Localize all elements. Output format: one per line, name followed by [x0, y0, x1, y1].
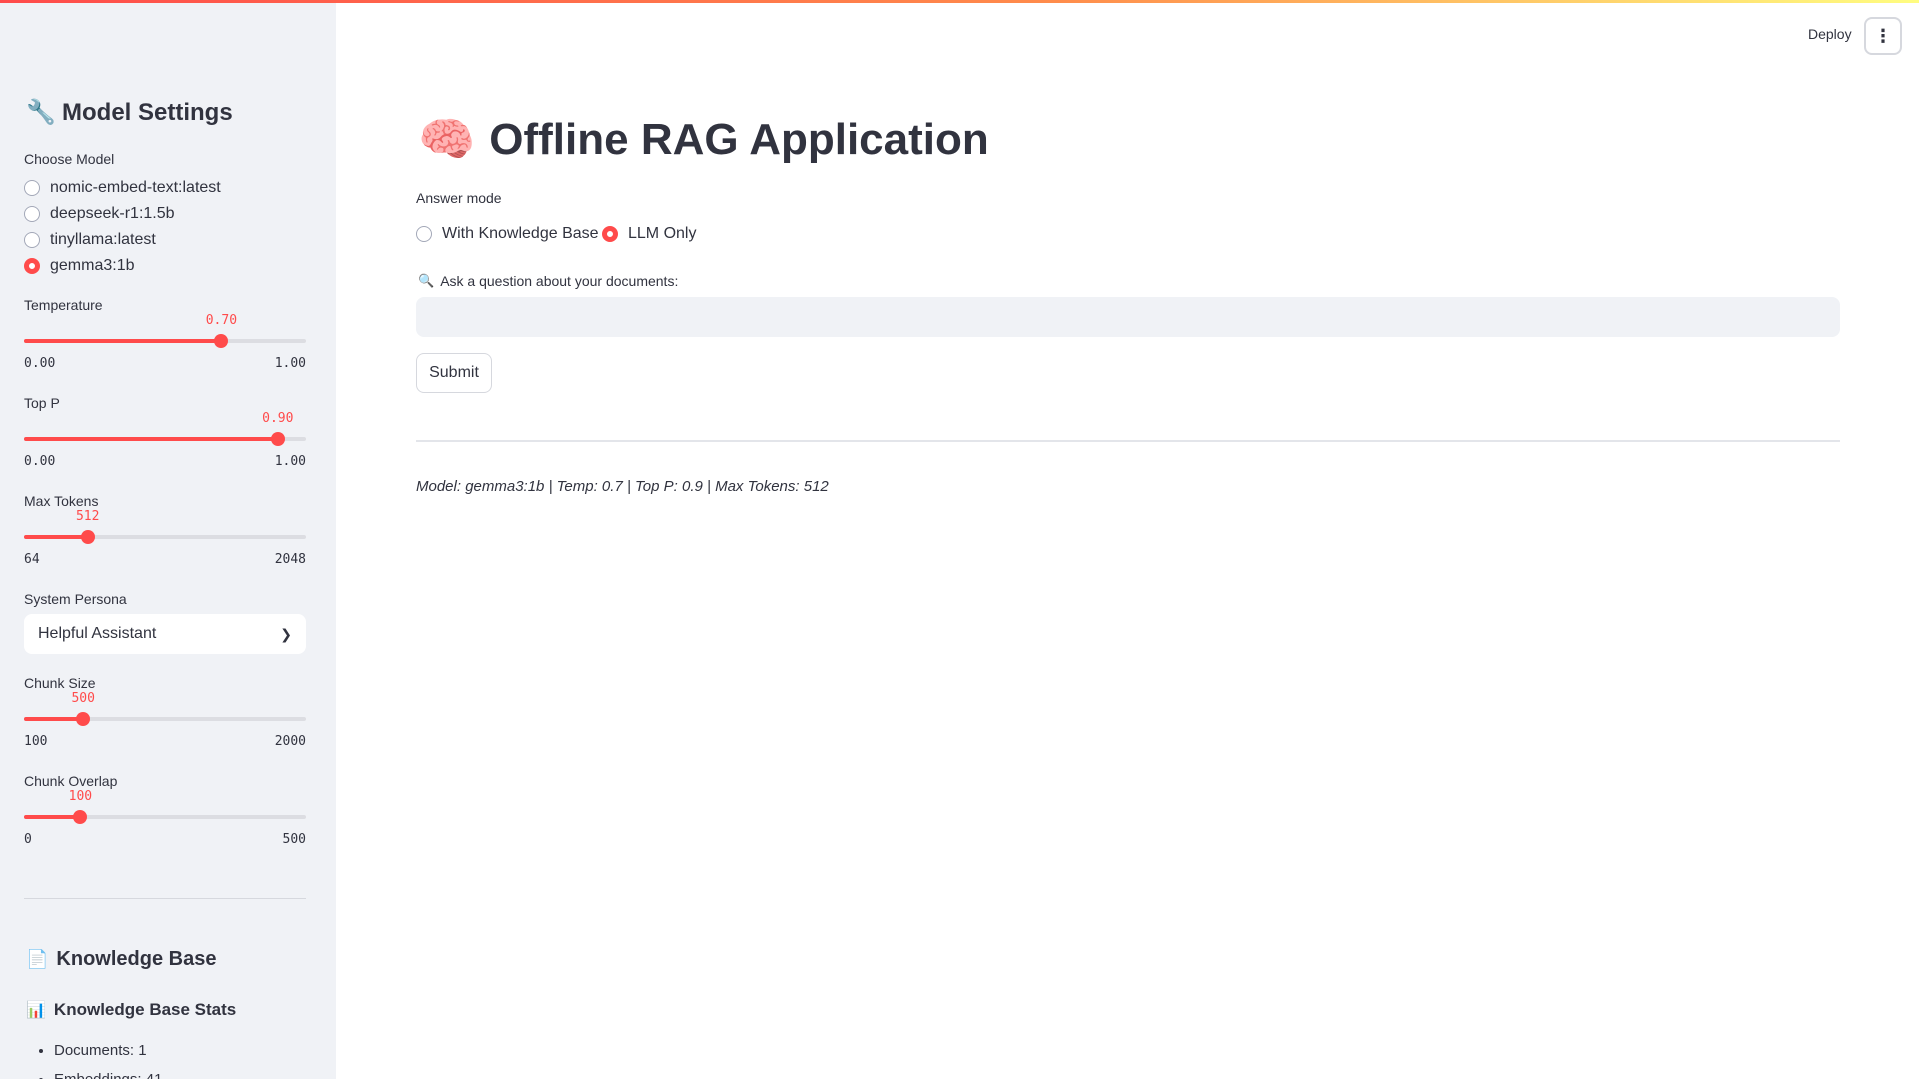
sidebar-divider	[24, 898, 306, 899]
slider-max: 1.00	[274, 356, 306, 371]
bar-chart-icon: 📊	[26, 1002, 46, 1019]
radio-button-selected[interactable]	[24, 258, 40, 274]
answer-mode-label: Answer mode	[416, 190, 502, 206]
main-divider	[416, 440, 1840, 442]
temperature-label: Temperature	[24, 297, 103, 313]
slider-min: 0	[24, 832, 32, 847]
slider-thumb[interactable]	[270, 432, 285, 446]
slider-thumb[interactable]	[214, 334, 229, 348]
model-option-label: nomic-embed-text:latest	[50, 179, 221, 196]
knowledge-base-header: 📄 Knowledge Base	[26, 948, 216, 971]
page-title: 🧠 Offline RAG Application	[418, 112, 989, 167]
slider-max: 2048	[274, 552, 306, 567]
choose-model-label: Choose Model	[24, 151, 115, 167]
slider-max: 2000	[274, 734, 306, 749]
model-option-tinyllama[interactable]: tinyllama:latest	[24, 231, 156, 249]
top-p-slider[interactable]: 0.90	[24, 411, 306, 446]
chunk-size-label: Chunk Size	[24, 675, 96, 691]
sidebar-header: 🔧 Model Settings	[26, 98, 233, 127]
chevron-down-icon: ❯	[280, 625, 292, 642]
chunk-overlap-range: 0 500	[24, 832, 306, 847]
model-option-gemma[interactable]: gemma3:1b	[24, 257, 135, 275]
slider-value: 0.70	[205, 313, 238, 328]
radio-button[interactable]	[24, 180, 40, 196]
top-p-label: Top P	[24, 395, 60, 411]
question-label-text: Ask a question about your documents:	[440, 273, 679, 289]
slider-max: 500	[282, 832, 306, 847]
slider-min: 0.00	[24, 454, 56, 469]
max-tokens-label: Max Tokens	[24, 493, 99, 509]
slider-max: 1.00	[274, 454, 306, 469]
model-option-label: gemma3:1b	[50, 257, 135, 274]
slider-fill	[24, 717, 84, 721]
slider-fill	[24, 339, 222, 343]
slider-fill	[24, 815, 81, 819]
slider-thumb[interactable]	[73, 810, 88, 824]
kb-stats-title: Knowledge Base Stats	[53, 1000, 237, 1019]
document-icon: 📄	[26, 949, 49, 969]
answer-mode-option-kb[interactable]: With Knowledge Base	[416, 225, 599, 243]
model-option-label: deepseek-r1:1.5b	[50, 205, 175, 222]
max-tokens-range: 64 2048	[24, 552, 306, 567]
slider-min: 64	[24, 552, 40, 567]
chunk-size-range: 100 2000	[24, 734, 306, 749]
slider-value: 0.90	[262, 411, 294, 426]
slider-min: 0.00	[24, 356, 56, 371]
model-option-deepseek[interactable]: deepseek-r1:1.5b	[24, 205, 175, 223]
page-title-text: Offline RAG Application	[489, 114, 989, 164]
slider-min: 100	[24, 734, 48, 749]
slider-fill	[24, 535, 88, 539]
brain-icon: 🧠	[418, 113, 476, 165]
radio-button[interactable]	[24, 232, 40, 248]
question-input[interactable]	[416, 297, 1840, 337]
temperature-slider[interactable]: 0.70	[24, 313, 306, 348]
select-value: Helpful Assistant	[38, 625, 157, 642]
question-label: 🔍 Ask a question about your documents:	[418, 273, 678, 289]
answer-mode-option-label: LLM Only	[628, 225, 697, 242]
sidebar-title: Model Settings	[62, 98, 233, 126]
slider-thumb[interactable]	[80, 530, 95, 544]
magnifier-icon: 🔍	[418, 273, 435, 288]
settings-caption: Model: gemma3:1b | Temp: 0.7 | Top P: 0.…	[416, 478, 829, 495]
more-vertical-icon[interactable]: ⋮	[1864, 17, 1902, 55]
chunk-size-slider[interactable]: 500	[24, 691, 306, 726]
model-option-nomic[interactable]: nomic-embed-text:latest	[24, 179, 221, 197]
deploy-button[interactable]: Deploy	[1808, 26, 1852, 42]
chunk-overlap-slider[interactable]: 100	[24, 789, 306, 824]
answer-mode-option-llm[interactable]: LLM Only	[602, 225, 696, 243]
slider-value: 512	[75, 509, 100, 524]
radio-button[interactable]	[24, 206, 40, 222]
slider-value: 100	[68, 789, 93, 804]
answer-mode-option-label: With Knowledge Base	[442, 225, 599, 242]
model-option-label: tinyllama:latest	[50, 231, 156, 248]
system-persona-label: System Persona	[24, 591, 127, 607]
radio-button-selected[interactable]	[602, 226, 618, 242]
kb-stats-header: 📊 Knowledge Base Stats	[26, 1000, 236, 1020]
submit-button[interactable]: Submit	[416, 353, 492, 393]
temperature-range: 0.00 1.00	[24, 356, 306, 371]
slider-fill	[24, 437, 278, 441]
top-accent-bar	[0, 0, 1919, 3]
wrench-icon: 🔧	[26, 99, 56, 126]
top-p-range: 0.00 1.00	[24, 454, 306, 469]
slider-thumb[interactable]	[76, 712, 91, 726]
radio-button[interactable]	[416, 226, 432, 242]
max-tokens-slider[interactable]: 512	[24, 509, 306, 544]
list-item: Embeddings: 41	[54, 1071, 162, 1079]
slider-value: 500	[71, 691, 95, 706]
kb-stats-list: Documents: 1 Embeddings: 41	[24, 1042, 162, 1079]
system-persona-select[interactable]: Helpful Assistant ❯	[24, 614, 306, 654]
sidebar: 🔧 Model Settings Choose Model nomic-embe…	[0, 0, 336, 1079]
chunk-overlap-label: Chunk Overlap	[24, 773, 118, 789]
knowledge-base-title: Knowledge Base	[56, 948, 217, 970]
list-item: Documents: 1	[54, 1042, 162, 1059]
